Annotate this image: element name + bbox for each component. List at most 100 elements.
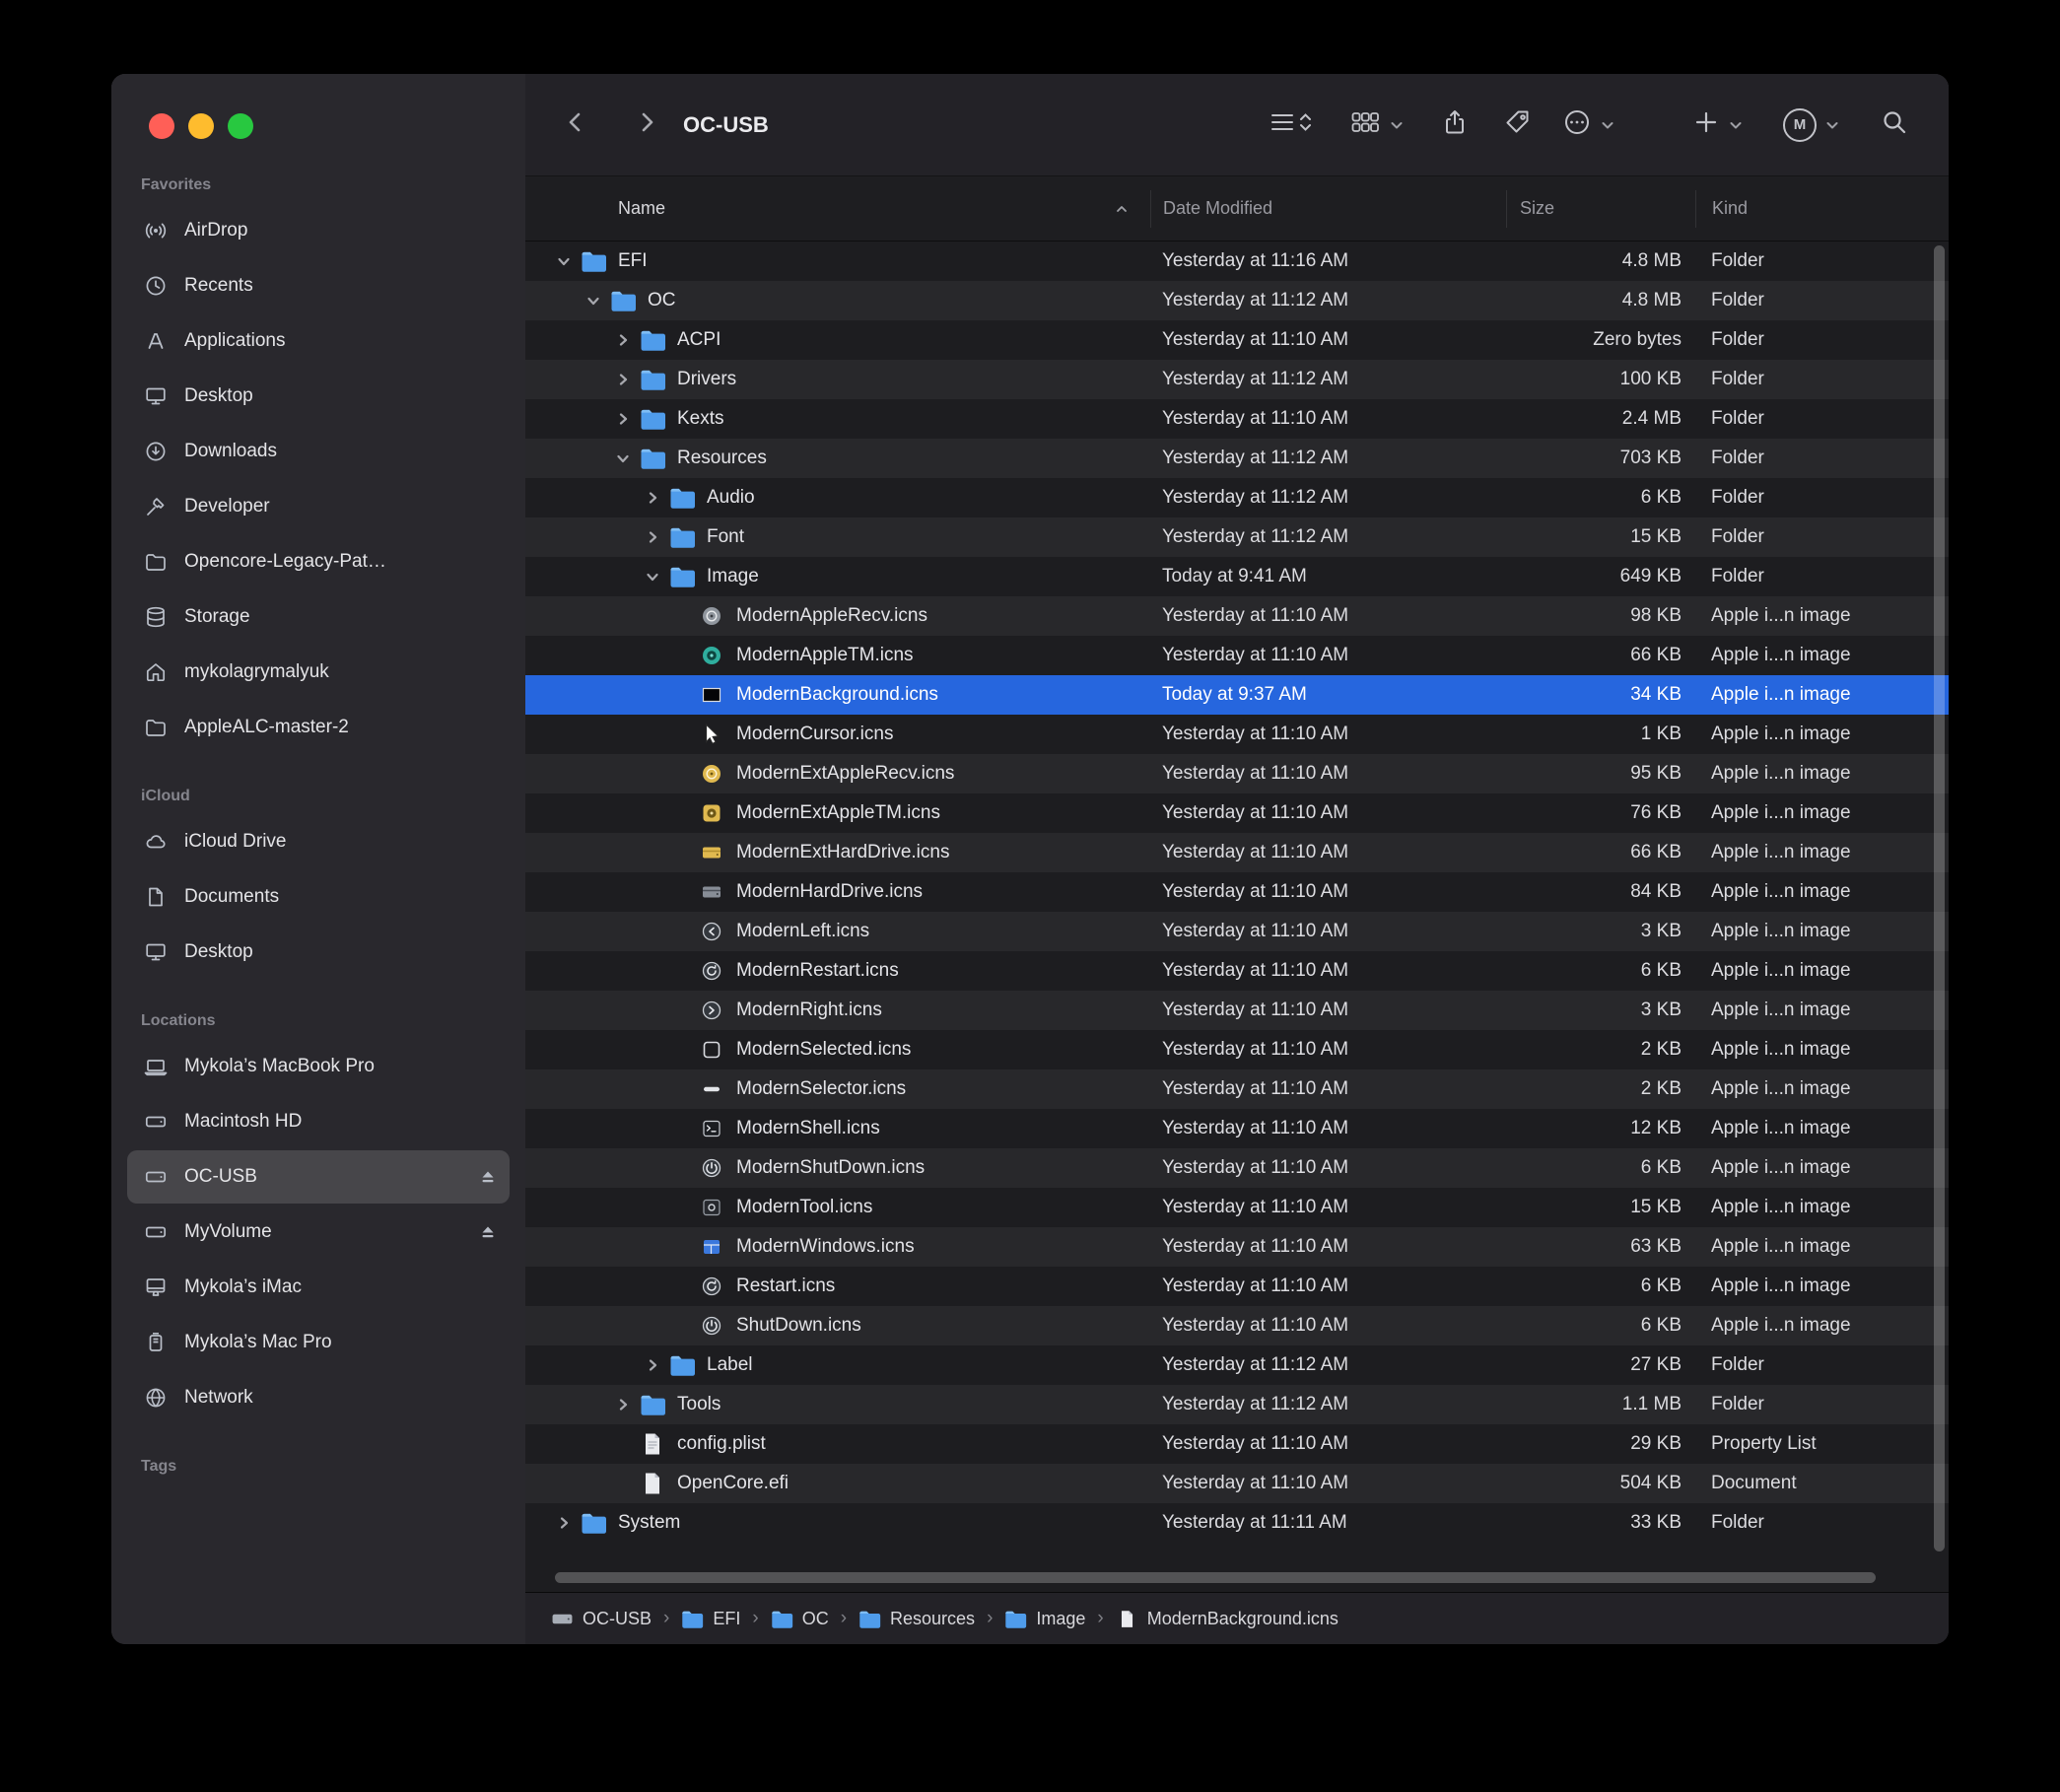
- new-item-button[interactable]: [1692, 108, 1744, 141]
- file-row-modernextharddrive-icns[interactable]: ModernExtHardDrive.icnsYesterday at 11:1…: [525, 833, 1949, 872]
- sidebar-item-documents[interactable]: Documents: [127, 870, 510, 924]
- file-row-modernapplerecv-icns[interactable]: ModernAppleRecv.icnsYesterday at 11:10 A…: [525, 596, 1949, 636]
- file-row-kexts[interactable]: KextsYesterday at 11:10 AM2.4 MBFolder: [525, 399, 1949, 439]
- file-row-modernrestart-icns[interactable]: ModernRestart.icnsYesterday at 11:10 AM6…: [525, 951, 1949, 991]
- file-row-modernright-icns[interactable]: ModernRight.icnsYesterday at 11:10 AM3 K…: [525, 991, 1949, 1030]
- account-button[interactable]: M: [1783, 108, 1840, 142]
- file-row-modernleft-icns[interactable]: ModernLeft.icnsYesterday at 11:10 AM3 KB…: [525, 912, 1949, 951]
- sidebar-item-oc-usb[interactable]: OC-USB: [127, 1150, 510, 1204]
- sidebar-item-desktop[interactable]: Desktop: [127, 370, 510, 423]
- back-button[interactable]: [561, 107, 590, 142]
- file-kind: Folder: [1695, 526, 1949, 548]
- path-item-efi[interactable]: EFI: [681, 1609, 740, 1629]
- close-button[interactable]: [149, 113, 174, 139]
- disclosure-closed-icon[interactable]: [610, 332, 636, 348]
- forward-button[interactable]: [632, 107, 661, 142]
- file-name-cell: ModernTool.icns: [525, 1197, 1150, 1218]
- file-row-modernselector-icns[interactable]: ModernSelector.icnsYesterday at 11:10 AM…: [525, 1069, 1949, 1109]
- eject-icon[interactable]: [478, 1222, 498, 1242]
- sidebar-item-macintosh-hd[interactable]: Macintosh HD: [127, 1095, 510, 1148]
- file-row-modernextapplerecv-icns[interactable]: ModernExtAppleRecv.icnsYesterday at 11:1…: [525, 754, 1949, 793]
- horizontal-scrollbar-thumb[interactable]: [555, 1572, 1876, 1583]
- file-name-cell: ShutDown.icns: [525, 1315, 1150, 1337]
- file-row-modernwindows-icns[interactable]: ModernWindows.icnsYesterday at 11:10 AM6…: [525, 1227, 1949, 1267]
- sidebar-item-network[interactable]: Network: [127, 1371, 510, 1424]
- eject-icon[interactable]: [478, 1167, 498, 1187]
- file-row-audio[interactable]: AudioYesterday at 11:12 AM6 KBFolder: [525, 478, 1949, 517]
- disclosure-closed-icon[interactable]: [551, 1515, 577, 1531]
- disclosure-closed-icon[interactable]: [610, 372, 636, 387]
- path-item-oc-usb[interactable]: OC-USB: [551, 1609, 652, 1629]
- file-row-restart-icns[interactable]: Restart.icnsYesterday at 11:10 AM6 KBApp…: [525, 1267, 1949, 1306]
- file-row-modernharddrive-icns[interactable]: ModernHardDrive.icnsYesterday at 11:10 A…: [525, 872, 1949, 912]
- sidebar-item-mykola-s-mac-pro[interactable]: Mykola’s Mac Pro: [127, 1316, 510, 1369]
- file-row-tools[interactable]: ToolsYesterday at 11:12 AM1.1 MBFolder: [525, 1385, 1949, 1424]
- file-row-acpi[interactable]: ACPIYesterday at 11:10 AMZero bytesFolde…: [525, 320, 1949, 360]
- file-name-cell: ModernBackground.icns: [525, 684, 1150, 706]
- file-row-modernbackground-icns[interactable]: ModernBackground.icnsToday at 9:37 AM34 …: [525, 675, 1949, 715]
- group-button[interactable]: [1349, 107, 1405, 142]
- more-actions-button[interactable]: [1562, 107, 1615, 142]
- file-kind: Property List: [1695, 1433, 1949, 1455]
- disclosure-closed-icon[interactable]: [640, 529, 665, 545]
- path-separator: ›: [987, 1608, 993, 1629]
- disclosure-open-icon[interactable]: [581, 293, 606, 309]
- column-header-size[interactable]: Size: [1506, 190, 1695, 228]
- file-row-image[interactable]: ImageToday at 9:41 AM649 KBFolder: [525, 557, 1949, 596]
- file-row-modernshell-icns[interactable]: ModernShell.icnsYesterday at 11:10 AM12 …: [525, 1109, 1949, 1148]
- sidebar-item-storage[interactable]: Storage: [127, 590, 510, 644]
- disclosure-closed-icon[interactable]: [610, 1397, 636, 1413]
- file-row-modernappletm-icns[interactable]: ModernAppleTM.icnsYesterday at 11:10 AM6…: [525, 636, 1949, 675]
- file-row-opencore-efi[interactable]: OpenCore.efiYesterday at 11:10 AM504 KBD…: [525, 1464, 1949, 1503]
- sidebar-item-recents[interactable]: Recents: [127, 259, 510, 312]
- chevron-down-icon: [1600, 117, 1615, 133]
- folder-icon: [636, 369, 669, 390]
- column-header-date-modified[interactable]: Date Modified: [1150, 190, 1506, 228]
- file-row-font[interactable]: FontYesterday at 11:12 AM15 KBFolder: [525, 517, 1949, 557]
- disclosure-closed-icon[interactable]: [640, 1357, 665, 1373]
- file-row-modernextappletm-icns[interactable]: ModernExtAppleTM.icnsYesterday at 11:10 …: [525, 793, 1949, 833]
- file-row-system[interactable]: SystemYesterday at 11:11 AM33 KBFolder: [525, 1503, 1949, 1543]
- file-row-shutdown-icns[interactable]: ShutDown.icnsYesterday at 11:10 AM6 KBAp…: [525, 1306, 1949, 1345]
- file-row-modernselected-icns[interactable]: ModernSelected.icnsYesterday at 11:10 AM…: [525, 1030, 1949, 1069]
- tags-button[interactable]: [1503, 107, 1533, 142]
- path-item-oc[interactable]: OC: [771, 1609, 829, 1629]
- sidebar-item-mykola-s-imac[interactable]: Mykola’s iMac: [127, 1261, 510, 1314]
- path-item-image[interactable]: Image: [1004, 1609, 1085, 1629]
- sidebar-item-applications[interactable]: Applications: [127, 314, 510, 368]
- minimize-button[interactable]: [188, 113, 214, 139]
- column-header-name[interactable]: Name: [525, 190, 1150, 228]
- search-button[interactable]: [1880, 107, 1909, 142]
- sidebar-item-desktop[interactable]: Desktop: [127, 926, 510, 979]
- file-row-drivers[interactable]: DriversYesterday at 11:12 AM100 KBFolder: [525, 360, 1949, 399]
- file-row-label[interactable]: LabelYesterday at 11:12 AM27 KBFolder: [525, 1345, 1949, 1385]
- sidebar-item-opencore-legacy-pat[interactable]: Opencore-Legacy-Pat…: [127, 535, 510, 588]
- view-options-button[interactable]: [1269, 107, 1314, 142]
- vertical-scrollbar-thumb[interactable]: [1934, 245, 1945, 1551]
- sidebar-item-downloads[interactable]: Downloads: [127, 425, 510, 478]
- file-row-oc[interactable]: OCYesterday at 11:12 AM4.8 MBFolder: [525, 281, 1949, 320]
- sidebar-item-mykola-s-macbook-pro[interactable]: Mykola’s MacBook Pro: [127, 1040, 510, 1093]
- zoom-button[interactable]: [228, 113, 253, 139]
- sidebar-item-airdrop[interactable]: AirDrop: [127, 204, 510, 257]
- file-row-config-plist[interactable]: config.plistYesterday at 11:10 AM29 KBPr…: [525, 1424, 1949, 1464]
- column-header-kind[interactable]: Kind: [1695, 190, 1949, 228]
- sidebar-item-mykolagrymalyuk[interactable]: mykolagrymalyuk: [127, 646, 510, 699]
- file-row-modernshutdown-icns[interactable]: ModernShutDown.icnsYesterday at 11:10 AM…: [525, 1148, 1949, 1188]
- path-item-modernbackground-icns[interactable]: ModernBackground.icns: [1116, 1609, 1339, 1629]
- file-row-efi[interactable]: EFIYesterday at 11:16 AM4.8 MBFolder: [525, 241, 1949, 281]
- file-row-moderncursor-icns[interactable]: ModernCursor.icnsYesterday at 11:10 AM1 …: [525, 715, 1949, 754]
- file-row-resources[interactable]: ResourcesYesterday at 11:12 AM703 KBFold…: [525, 439, 1949, 478]
- sidebar-item-developer[interactable]: Developer: [127, 480, 510, 533]
- sidebar-item-icloud-drive[interactable]: iCloud Drive: [127, 815, 510, 868]
- sidebar-item-applealc-master-2[interactable]: AppleALC-master-2: [127, 701, 510, 754]
- file-row-moderntool-icns[interactable]: ModernTool.icnsYesterday at 11:10 AM15 K…: [525, 1188, 1949, 1227]
- disclosure-closed-icon[interactable]: [640, 490, 665, 506]
- share-button[interactable]: [1440, 107, 1470, 142]
- disclosure-open-icon[interactable]: [551, 253, 577, 269]
- path-item-resources[interactable]: Resources: [858, 1609, 975, 1629]
- disclosure-closed-icon[interactable]: [610, 411, 636, 427]
- disclosure-open-icon[interactable]: [640, 569, 665, 585]
- disclosure-open-icon[interactable]: [610, 450, 636, 466]
- sidebar-item-myvolume[interactable]: MyVolume: [127, 1206, 510, 1259]
